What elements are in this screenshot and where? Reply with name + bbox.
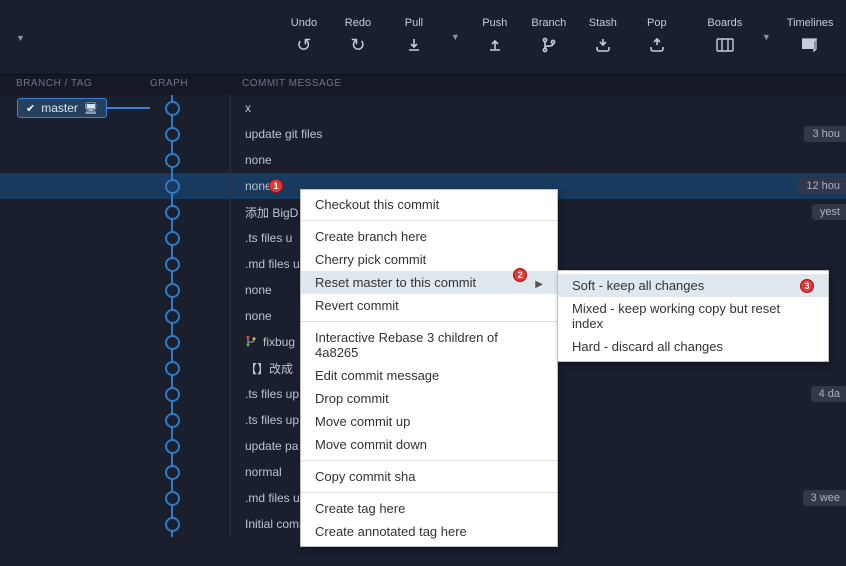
ctx-checkout[interactable]: Checkout this commit xyxy=(301,193,557,216)
stash-icon xyxy=(595,33,611,57)
undo-icon: ↺ xyxy=(296,33,311,57)
graph-node xyxy=(165,257,180,272)
redo-button[interactable]: Redo ↻ xyxy=(339,17,377,57)
graph-node xyxy=(165,101,180,116)
commit-time: 3 wee xyxy=(803,490,846,506)
graph-node xyxy=(165,387,180,402)
graph-node xyxy=(165,283,180,298)
branch-name: master xyxy=(41,101,78,115)
boards-button[interactable]: Boards xyxy=(706,17,744,57)
callout-2: 2 xyxy=(513,268,527,282)
ctx-revert[interactable]: Revert commit xyxy=(301,294,557,317)
graph-node xyxy=(165,361,180,376)
graph-node xyxy=(165,231,180,246)
repo-dropdown[interactable]: ▼ xyxy=(16,30,25,44)
commit-message: none xyxy=(230,147,846,173)
col-graph: GRAPH xyxy=(150,78,230,95)
graph-node xyxy=(165,413,180,428)
graph-node xyxy=(165,335,180,350)
column-headers: BRANCH / TAG GRAPH COMMIT MESSAGE xyxy=(0,75,846,95)
pop-icon xyxy=(649,33,665,57)
graph-node xyxy=(165,517,180,532)
ctx-drop[interactable]: Drop commit xyxy=(301,387,557,410)
ctx-create-ann-tag[interactable]: Create annotated tag here xyxy=(301,520,557,543)
graph-node xyxy=(165,439,180,454)
graph-node xyxy=(165,309,180,324)
col-commit-message: COMMIT MESSAGE xyxy=(230,78,846,95)
reset-submenu: Soft - keep all changes 3 Mixed - keep w… xyxy=(557,270,829,362)
redo-icon: ↻ xyxy=(350,33,365,57)
graph-node xyxy=(165,127,180,142)
undo-button[interactable]: Undo ↺ xyxy=(285,17,323,57)
toolbar: ▼ Undo ↺ Redo ↻ Pull ▼ Push Branch xyxy=(0,0,846,75)
sub-hard[interactable]: Hard - discard all changes xyxy=(558,335,828,358)
graph-node xyxy=(165,465,180,480)
commit-row[interactable]: none xyxy=(0,147,846,173)
graph-node xyxy=(165,205,180,220)
stash-button[interactable]: Stash xyxy=(584,17,622,57)
ctx-rebase[interactable]: Interactive Rebase 3 children of 4a8265 xyxy=(301,326,557,364)
commit-row[interactable]: ✔ master 🖥 x xyxy=(0,95,846,121)
branch-glyph-icon xyxy=(245,335,257,350)
pull-button[interactable]: Pull xyxy=(395,17,433,57)
timelines-button[interactable]: Timelines xyxy=(787,17,834,57)
laptop-icon: 🖥 xyxy=(84,102,98,115)
commit-time: 4 da xyxy=(811,386,846,402)
ctx-move-down[interactable]: Move commit down xyxy=(301,433,557,456)
push-button[interactable]: Push xyxy=(476,17,514,57)
ctx-reset[interactable]: Reset master to this commit 2 ▶ xyxy=(301,271,557,294)
ctx-move-up[interactable]: Move commit up xyxy=(301,410,557,433)
graph-node xyxy=(165,179,180,194)
context-menu: Checkout this commit Create branch here … xyxy=(300,189,558,547)
commit-time: 3 hou xyxy=(804,126,846,142)
commit-time: 12 hou xyxy=(798,178,846,194)
pull-icon xyxy=(406,33,422,57)
commit-time: yest xyxy=(812,204,846,220)
submenu-caret-icon: ▶ xyxy=(535,279,543,290)
ctx-create-branch[interactable]: Create branch here xyxy=(301,225,557,248)
branch-button[interactable]: Branch xyxy=(530,17,568,57)
pop-button[interactable]: Pop xyxy=(638,17,676,57)
callout-3: 3 xyxy=(800,279,814,293)
boards-caret[interactable]: ▼ xyxy=(762,32,771,42)
branch-icon xyxy=(541,33,557,57)
commit-row[interactable]: update git files3 hou xyxy=(0,121,846,147)
push-icon xyxy=(487,33,503,57)
ctx-create-tag[interactable]: Create tag here xyxy=(301,497,557,520)
col-branch-tag: BRANCH / TAG xyxy=(0,78,150,95)
timelines-icon xyxy=(801,33,819,57)
branch-badge[interactable]: ✔ master 🖥 xyxy=(17,98,107,118)
graph-node xyxy=(165,491,180,506)
sub-soft[interactable]: Soft - keep all changes 3 xyxy=(558,274,828,297)
commit-message: x xyxy=(230,95,846,121)
commit-message: update git files3 hou xyxy=(230,121,846,147)
boards-icon xyxy=(716,33,734,57)
sub-mixed[interactable]: Mixed - keep working copy but reset inde… xyxy=(558,297,828,335)
graph-node xyxy=(165,153,180,168)
ctx-copy-sha[interactable]: Copy commit sha xyxy=(301,465,557,488)
pull-caret[interactable]: ▼ xyxy=(451,32,460,42)
callout-1: 1 xyxy=(269,179,283,193)
check-icon: ✔ xyxy=(26,102,35,115)
ctx-edit-message[interactable]: Edit commit message xyxy=(301,364,557,387)
